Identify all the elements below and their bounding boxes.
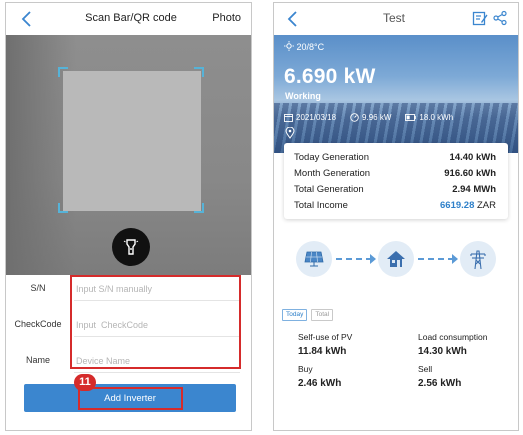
scan-corner-top-left [58,67,68,77]
period-tabs: Today Total [282,309,337,321]
current-power: 6.690 kW [284,65,376,88]
plant-screen: Test 20/8°C 6.690 kW Working 2021/03/18 … [273,2,519,431]
pv-node [296,241,332,277]
share-icon[interactable] [492,10,508,26]
income-currency: ZAR [477,200,496,211]
flow-arrow-head [370,254,376,264]
step-badge: 11 [74,374,96,391]
energy-value: 14.30 kWh [418,346,467,357]
add-inverter-button[interactable]: Add Inverter [24,384,236,412]
flow-arrow-head [452,254,458,264]
plant-header: Test [274,3,518,35]
battery-capacity: 18.0 kWh [419,113,454,122]
stat-value: 2.94 MWh [452,184,496,195]
gauge-icon [350,113,359,122]
capacity: 9.96 kW [362,113,392,122]
location-icon[interactable] [285,127,295,139]
tab-total[interactable]: Total [311,309,334,321]
weather: 20/8°C [284,41,324,52]
stat-row-income: Total Income 6619.28 ZAR [284,198,508,214]
scan-target-area [63,71,201,211]
stat-label: Total Generation [294,184,364,195]
page: Scan Bar/QR code Photo S/N Input S/N man… [0,0,523,435]
back-arrow-icon[interactable] [20,9,34,29]
edit-icon[interactable] [472,10,488,26]
energy-label: Buy [298,364,313,374]
plant-meta: 2021/03/18 9.96 kW 18.0 kWh [284,113,455,122]
stat-value: 916.60 kWh [444,168,496,179]
home-node [378,241,414,277]
scan-corner-bottom-left [58,203,68,213]
flow-arrow [336,258,372,260]
self-use-stat: Self-use of PV 11.84 kWh [298,332,352,357]
grid-node [460,241,496,277]
stat-value: 14.40 kWh [449,152,496,163]
back-arrow-icon[interactable] [286,9,300,29]
flashlight-icon [123,239,139,255]
income-amount: 6619.28 [440,200,475,211]
battery-icon [405,114,417,121]
flow-arrow [418,258,454,260]
flashlight-button[interactable] [112,228,150,266]
generation-card: Today Generation 14.40 kWh Month Generat… [284,143,508,219]
energy-label: Self-use of PV [298,332,353,342]
stat-row-today: Today Generation 14.40 kWh [284,150,508,166]
weather-text: 20/8°C [296,42,325,52]
install-date: 2021/03/18 [296,113,337,122]
power-tower-icon [470,250,486,270]
buy-stat: Buy 2.46 kWh [298,364,341,389]
photo-button[interactable]: Photo [212,12,241,24]
stat-label: Total Income [294,200,348,211]
stat-label: Today Generation [294,152,369,163]
scan-header: Scan Bar/QR code Photo [6,3,251,35]
scan-corner-bottom-right [194,203,204,213]
load-consumption-stat: Load consumption 14.30 kWh [418,332,487,357]
plant-hero: 20/8°C 6.690 kW Working 2021/03/18 9.96 … [274,35,518,153]
form-highlight-annotation [70,275,241,369]
energy-label: Sell [418,364,433,374]
energy-label: Load consumption [418,332,488,342]
name-label: Name [25,355,50,365]
tab-today[interactable]: Today [282,309,308,321]
checkcode-label: CheckCode [14,319,62,329]
stat-row-total: Total Generation 2.94 MWh [284,182,508,198]
home-icon [387,251,405,267]
energy-value: 2.56 kWh [418,378,462,389]
scan-screen: Scan Bar/QR code Photo S/N Input S/N man… [5,2,252,431]
stat-label: Month Generation [294,168,371,179]
sell-stat: Sell 2.56 kWh [418,364,461,389]
energy-flow [274,235,518,283]
energy-value: 11.84 kWh [298,346,347,357]
solar-panel-icon [304,251,324,267]
plant-status: Working [285,91,321,101]
income-value: 6619.28 ZAR [440,200,496,211]
calendar-icon [284,114,293,122]
page-title: Scan Bar/QR code [85,12,177,24]
sn-label: S/N [30,283,46,293]
energy-value: 2.46 kWh [298,378,342,389]
sun-icon [284,41,294,51]
stat-row-month: Month Generation 916.60 kWh [284,166,508,182]
plant-title: Test [382,11,405,25]
scan-corner-top-right [194,67,204,77]
